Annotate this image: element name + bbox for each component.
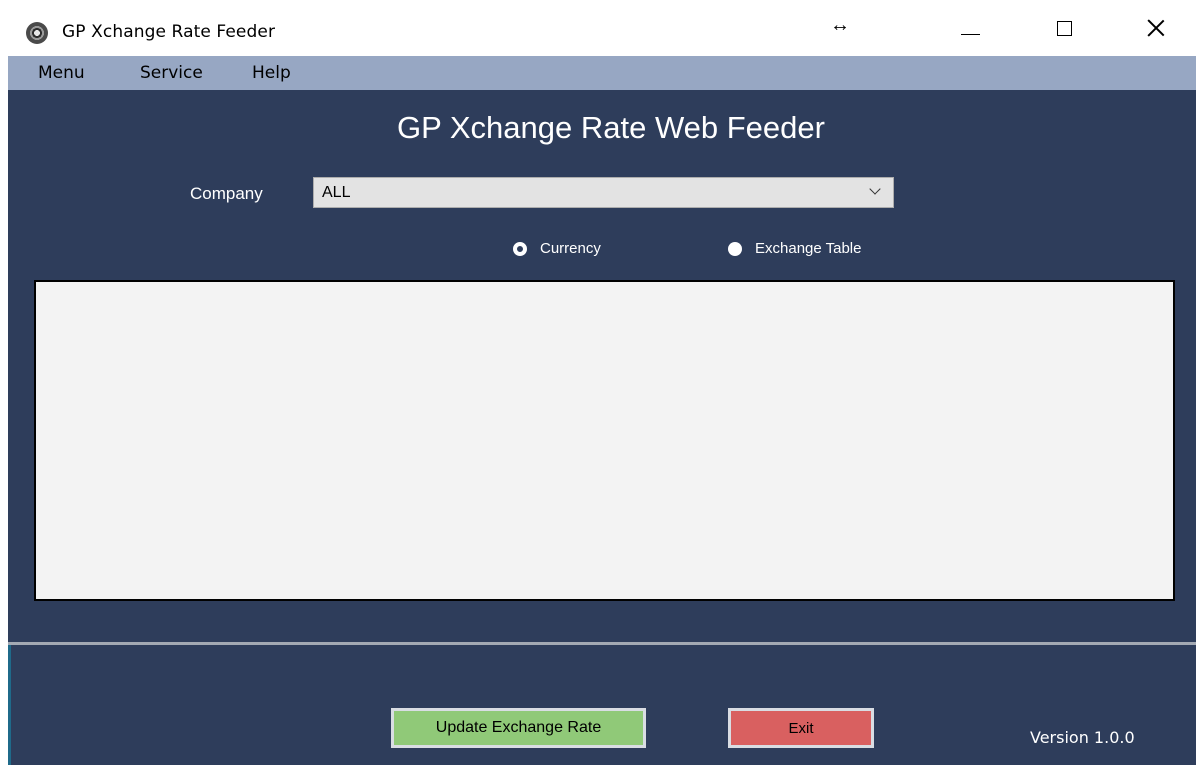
radio-currency-label: Currency (540, 240, 601, 257)
main-panel: GP Xchange Rate Web Feeder Company ALL C… (8, 90, 1196, 642)
menu-item-menu[interactable]: Menu (38, 63, 85, 83)
version-label: Version 1.0.0 (1030, 728, 1135, 747)
radio-unchecked-icon (728, 241, 742, 256)
radio-exchange-table[interactable]: Exchange Table (728, 240, 861, 257)
app-heading: GP Xchange Rate Web Feeder (397, 110, 825, 145)
maximize-button[interactable] (1024, 0, 1104, 56)
radio-checked-icon (513, 241, 527, 256)
results-panel[interactable] (34, 280, 1175, 601)
company-dropdown[interactable]: ALL (313, 177, 894, 208)
company-label: Company (190, 184, 263, 203)
company-selected-value: ALL (322, 184, 351, 201)
exit-button[interactable]: Exit (728, 708, 874, 748)
menu-bar: Menu Service Help (8, 56, 1196, 90)
close-icon (1146, 18, 1166, 38)
menu-item-service[interactable]: Service (140, 63, 203, 83)
close-button[interactable] (1116, 0, 1196, 56)
minimize-icon (960, 33, 980, 35)
disc-icon (26, 22, 48, 44)
update-exchange-rate-button[interactable]: Update Exchange Rate (391, 708, 646, 748)
app-window: GP Xchange Rate Feeder ↔ Menu Service He… (0, 0, 1196, 765)
chevron-down-icon (869, 183, 881, 195)
window-title: GP Xchange Rate Feeder (62, 22, 276, 42)
resize-arrows-icon: ↔ (830, 14, 850, 36)
footer-accent-bar (8, 645, 11, 765)
minimize-button[interactable] (930, 0, 1010, 56)
footer-panel: Update Exchange Rate Exit Version 1.0.0 (8, 645, 1196, 765)
radio-currency[interactable]: Currency (513, 240, 601, 257)
radio-exchange-table-label: Exchange Table (755, 240, 862, 257)
title-bar[interactable]: GP Xchange Rate Feeder ↔ (0, 0, 1196, 56)
maximize-icon (1056, 20, 1072, 36)
menu-item-help[interactable]: Help (252, 63, 291, 83)
